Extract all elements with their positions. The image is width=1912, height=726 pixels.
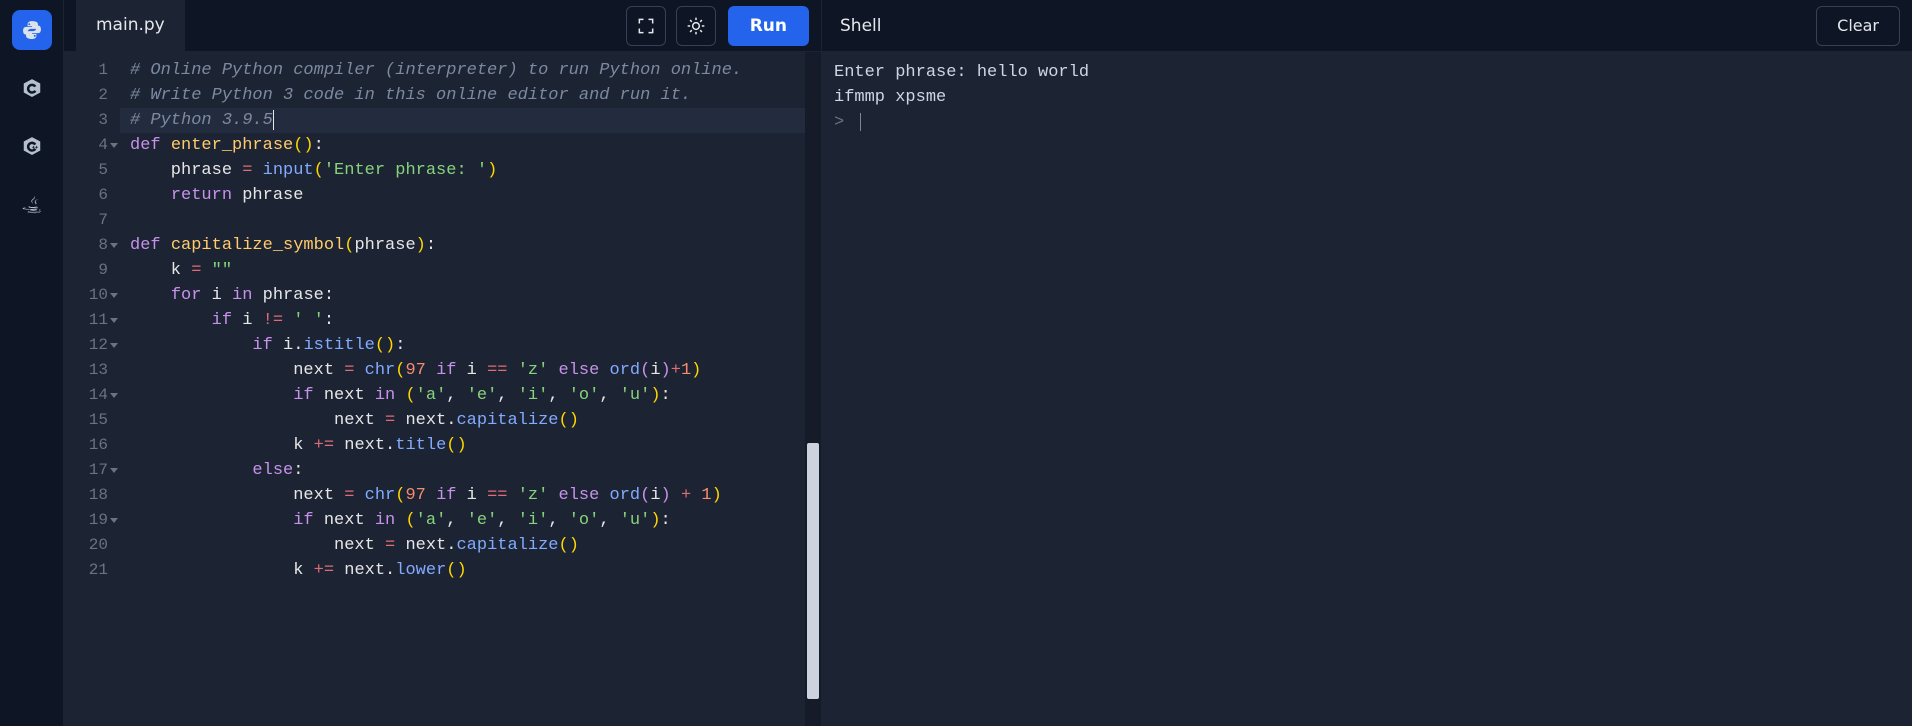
language-rail <box>0 0 64 726</box>
editor-tab[interactable]: main.py <box>76 0 185 52</box>
code-line[interactable]: next = next.capitalize() <box>120 408 821 433</box>
run-button-label: Run <box>750 16 787 36</box>
code-line[interactable]: if i != ' ': <box>120 308 821 333</box>
line-number: 18 <box>64 483 120 508</box>
code-line[interactable]: # Python 3.9.5 <box>120 108 821 133</box>
clear-button-label: Clear <box>1837 16 1879 35</box>
line-number: 1 <box>64 58 120 83</box>
line-number: 2 <box>64 83 120 108</box>
line-number: 12 <box>64 333 120 358</box>
line-number: 8 <box>64 233 120 258</box>
line-number: 3 <box>64 108 120 133</box>
clear-button[interactable]: Clear <box>1816 6 1900 46</box>
shell-title: Shell <box>834 16 881 36</box>
line-number: 19 <box>64 508 120 533</box>
editor-body[interactable]: 123456789101112131415161718192021 # Onli… <box>64 52 821 726</box>
code-line[interactable] <box>120 208 821 233</box>
theme-toggle-button[interactable] <box>676 6 716 46</box>
line-number: 9 <box>64 258 120 283</box>
code-line[interactable]: k += next.title() <box>120 433 821 458</box>
fullscreen-icon <box>636 16 656 36</box>
editor-tab-label: main.py <box>96 15 165 35</box>
shell-output[interactable]: Enter phrase: hello worldifmmp xpsme> <box>822 52 1912 726</box>
shell-header: Shell Clear <box>822 0 1912 52</box>
line-number: 17 <box>64 458 120 483</box>
rail-python[interactable] <box>12 10 52 50</box>
c-icon <box>21 77 43 99</box>
line-number: 14 <box>64 383 120 408</box>
cpp-icon <box>21 135 43 157</box>
code-line[interactable]: for i in phrase: <box>120 283 821 308</box>
code-line[interactable]: else: <box>120 458 821 483</box>
code-line[interactable]: def enter_phrase(): <box>120 133 821 158</box>
line-number: 11 <box>64 308 120 333</box>
shell-prompt[interactable]: > <box>834 110 1900 135</box>
line-number: 10 <box>64 283 120 308</box>
code-line[interactable]: next = chr(97 if i == 'z' else ord(i)+1) <box>120 358 821 383</box>
line-number: 6 <box>64 183 120 208</box>
code-line[interactable]: # Write Python 3 code in this online edi… <box>120 83 821 108</box>
line-number: 20 <box>64 533 120 558</box>
java-icon <box>21 193 43 215</box>
code-line[interactable]: phrase = input('Enter phrase: ') <box>120 158 821 183</box>
python-icon <box>21 19 43 41</box>
code-line[interactable]: if next in ('a', 'e', 'i', 'o', 'u'): <box>120 508 821 533</box>
code-line[interactable]: k += next.lower() <box>120 558 821 583</box>
shell-line: ifmmp xpsme <box>834 85 1900 110</box>
run-button[interactable]: Run <box>728 6 809 46</box>
line-number: 13 <box>64 358 120 383</box>
code-line[interactable]: # Online Python compiler (interpreter) t… <box>120 58 821 83</box>
line-number: 21 <box>64 558 120 583</box>
fullscreen-button[interactable] <box>626 6 666 46</box>
rail-c[interactable] <box>12 68 52 108</box>
line-number: 16 <box>64 433 120 458</box>
code-line[interactable]: def capitalize_symbol(phrase): <box>120 233 821 258</box>
scrollbar-thumb[interactable] <box>807 443 819 699</box>
line-number: 4 <box>64 133 120 158</box>
rail-cpp[interactable] <box>12 126 52 166</box>
code-line[interactable]: return phrase <box>120 183 821 208</box>
editor-scrollbar[interactable] <box>805 52 821 726</box>
editor-pane: main.py Run 1234567891011121314151617181… <box>64 0 822 726</box>
code-line[interactable]: if next in ('a', 'e', 'i', 'o', 'u'): <box>120 383 821 408</box>
code-line[interactable]: next = chr(97 if i == 'z' else ord(i) + … <box>120 483 821 508</box>
shell-line: Enter phrase: hello world <box>834 60 1900 85</box>
editor-header: main.py Run <box>64 0 821 52</box>
line-gutter: 123456789101112131415161718192021 <box>64 52 120 726</box>
shell-pane: Shell Clear Enter phrase: hello worldifm… <box>822 0 1912 726</box>
line-number: 7 <box>64 208 120 233</box>
code-area[interactable]: # Online Python compiler (interpreter) t… <box>120 52 821 726</box>
line-number: 15 <box>64 408 120 433</box>
code-line[interactable]: k = "" <box>120 258 821 283</box>
code-line[interactable]: next = next.capitalize() <box>120 533 821 558</box>
line-number: 5 <box>64 158 120 183</box>
rail-java[interactable] <box>12 184 52 224</box>
sun-icon <box>686 16 706 36</box>
code-line[interactable]: if i.istitle(): <box>120 333 821 358</box>
